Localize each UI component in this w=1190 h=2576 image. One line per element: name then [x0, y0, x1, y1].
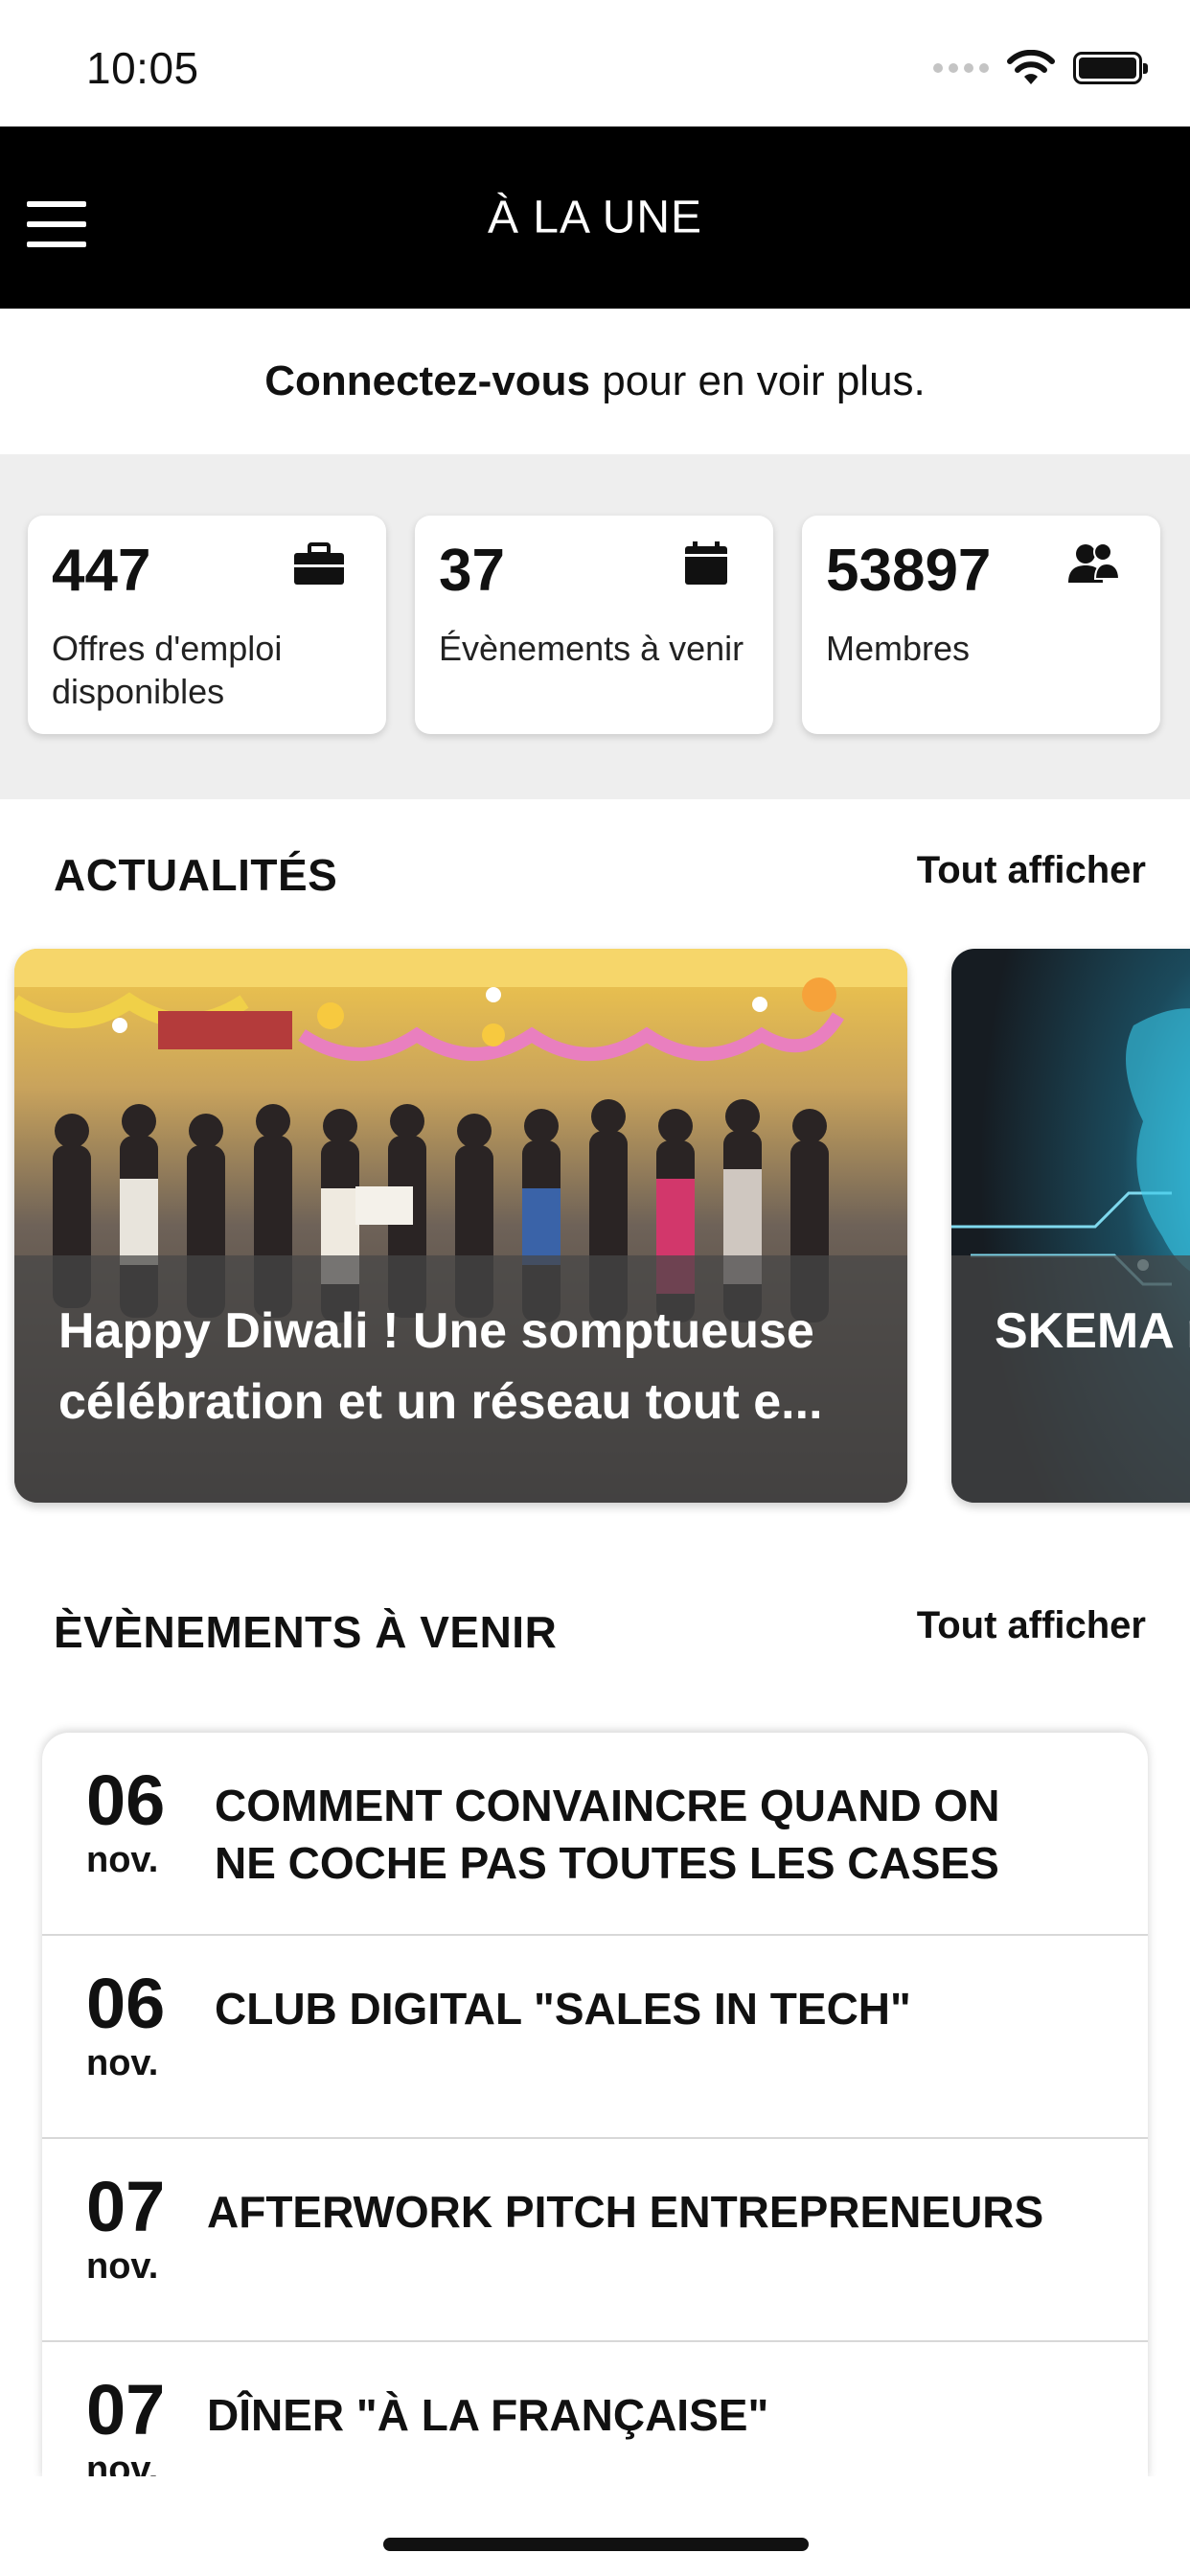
login-link[interactable]: Connectez-vous [264, 357, 590, 404]
stat-label: Offres d'emploi disponibles [52, 629, 283, 711]
news-card[interactable]: Happy Diwali ! Une somptueuse célébratio… [14, 949, 907, 1503]
event-item[interactable]: 06 nov. COMMENT CONVAINCRE QUAND ON NE C… [42, 1733, 1148, 1936]
event-item[interactable]: 07 nov. DÎNER "À LA FRANÇAISE" [42, 2342, 1148, 2481]
events-list: 06 nov. COMMENT CONVAINCRE QUAND ON NE C… [42, 1733, 1148, 2480]
status-bar: 10:05 [0, 0, 1190, 126]
home-indicator[interactable] [383, 2538, 809, 2551]
bottom-safe-area [0, 2476, 1190, 2576]
stat-value: 447 [52, 538, 151, 604]
event-month: nov. [86, 2246, 159, 2287]
news-see-all-link[interactable]: Tout afficher [917, 849, 1146, 892]
event-item[interactable]: 06 nov. CLUB DIGITAL "SALES IN TECH" [42, 1936, 1148, 2139]
status-time: 10:05 [86, 43, 199, 93]
news-title: Happy Diwali ! Une somptueuse célébratio… [58, 1303, 823, 1430]
news-section-title: ACTUALITÉS [54, 850, 338, 900]
event-day: 06 [86, 1964, 166, 2043]
stat-card-jobs[interactable]: 447 Offres d'emploi disponibles [28, 516, 386, 734]
event-item[interactable]: 07 nov. AFTERWORK PITCH ENTREPRENEURS [42, 2139, 1148, 2342]
stat-card-events[interactable]: 37 Évènements à venir [415, 516, 773, 734]
status-icons [933, 50, 1148, 86]
calendar-icon [685, 541, 727, 585]
event-title: COMMENT CONVAINCRE QUAND ON NE COCHE PAS… [215, 1781, 1000, 1888]
events-section-title: ÈVÈNEMENTS À VENIR [54, 1607, 558, 1657]
event-day: 07 [86, 2370, 166, 2450]
screen: 10:05 À LA UNE Connectez-vous pour en vo… [0, 0, 1190, 2576]
stat-label: Évènements à venir [439, 629, 744, 668]
wifi-icon [1007, 50, 1055, 84]
battery-icon [1073, 52, 1148, 84]
briefcase-icon [294, 542, 344, 585]
event-title: DÎNER "À LA FRANÇAISE" [207, 2390, 769, 2440]
event-month: nov. [86, 2043, 159, 2083]
stat-card-members[interactable]: 53897 Membres [802, 516, 1160, 734]
event-month: nov. [86, 1840, 159, 1880]
login-prompt[interactable]: Connectez-vous pour en voir plus. [0, 309, 1190, 454]
stats-section: 447 Offres d'emploi disponibles 37 Évène… [0, 454, 1190, 799]
app-header: À LA UNE [0, 126, 1190, 309]
stat-value: 53897 [826, 538, 992, 604]
page-title: À LA UNE [487, 192, 703, 243]
event-title: AFTERWORK PITCH ENTREPRENEURS [207, 2187, 1044, 2237]
events-see-all-link[interactable]: Tout afficher [917, 1604, 1146, 1647]
signal-icon [933, 63, 989, 73]
event-day: 06 [86, 1760, 166, 1840]
news-card[interactable]: SKEMA recherc [951, 949, 1190, 1503]
news-title: SKEMA recherc [995, 1303, 1190, 1359]
news-overlay [951, 1255, 1190, 1503]
login-prompt-text: pour en voir plus. [590, 357, 926, 404]
stat-value: 37 [439, 538, 505, 604]
members-icon [1068, 542, 1120, 583]
event-day: 07 [86, 2167, 166, 2246]
stat-label: Membres [826, 629, 971, 668]
event-title: CLUB DIGITAL "SALES IN TECH" [215, 1984, 911, 2034]
